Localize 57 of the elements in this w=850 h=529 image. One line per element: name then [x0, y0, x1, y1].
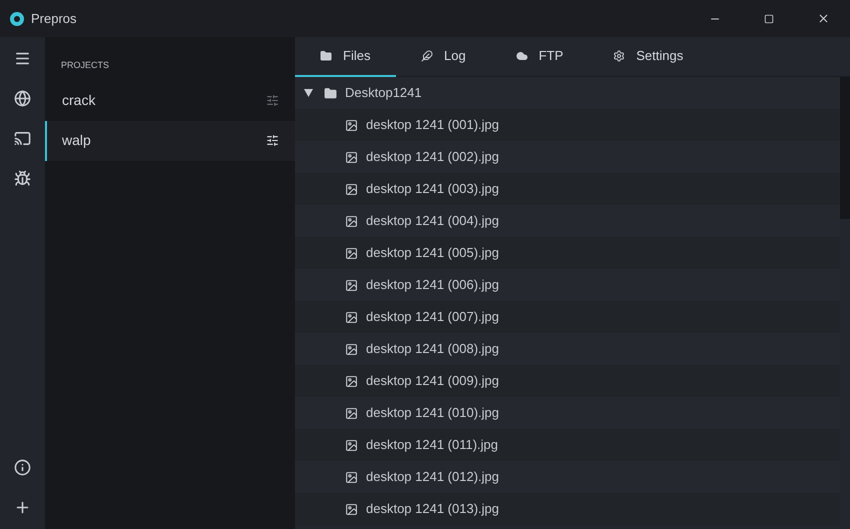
close-icon	[816, 12, 830, 25]
folder-icon	[320, 50, 332, 62]
image-file-icon	[345, 406, 358, 420]
project-name: crack	[62, 91, 96, 110]
image-file-icon	[345, 310, 358, 324]
image-file-icon	[345, 374, 358, 388]
image-file-icon	[345, 342, 358, 356]
file-name: desktop 1241 (008).jpg	[366, 340, 499, 358]
file-row[interactable]: desktop 1241 (009).jpg	[295, 365, 840, 397]
cast-icon	[14, 130, 31, 146]
bug-icon	[14, 170, 31, 186]
file-name: desktop 1241 (012).jpg	[366, 468, 499, 486]
maximize-icon	[764, 14, 774, 24]
tab[interactable]: FTP	[490, 37, 588, 77]
file-name: desktop 1241 (011).jpg	[366, 436, 498, 454]
projects-heading: PROJECTS	[61, 59, 110, 72]
file-name: desktop 1241 (001).jpg	[366, 116, 499, 134]
tab[interactable]: Settings	[588, 37, 708, 77]
file-name: desktop 1241 (005).jpg	[366, 244, 499, 262]
file-name: desktop 1241 (002).jpg	[366, 148, 499, 166]
file-row[interactable]: desktop 1241 (003).jpg	[295, 173, 840, 205]
project-item[interactable]: crack	[45, 80, 295, 120]
window-title: Prepros	[31, 10, 77, 28]
feather-icon	[421, 50, 433, 62]
file-name: desktop 1241 (010).jpg	[366, 404, 499, 422]
file-name: desktop 1241 (013).jpg	[366, 500, 499, 518]
file-row[interactable]: desktop 1241 (007).jpg	[295, 301, 840, 333]
info-icon	[14, 458, 31, 476]
image-file-icon	[345, 246, 358, 260]
file-name: desktop 1241 (004).jpg	[366, 212, 499, 230]
file-row[interactable]: desktop 1241 (001).jpg	[295, 109, 840, 141]
cloud-icon	[516, 50, 528, 62]
image-file-icon	[345, 438, 358, 452]
image-file-icon	[345, 214, 358, 228]
file-row[interactable]: desktop 1241 (005).jpg	[295, 237, 840, 269]
app-logo-icon	[10, 12, 24, 26]
project-name: walp	[62, 131, 91, 150]
settings-icon	[613, 50, 626, 62]
file-name: desktop 1241 (006).jpg	[366, 276, 499, 294]
project-item[interactable]: walp	[45, 120, 295, 160]
file-name: desktop 1241 (007).jpg	[366, 308, 499, 326]
project-settings-icon[interactable]	[266, 134, 279, 147]
image-file-icon	[345, 118, 358, 132]
file-name: desktop 1241 (009).jpg	[366, 372, 499, 390]
image-file-icon	[345, 150, 358, 164]
file-row[interactable]: desktop 1241 (013).jpg	[295, 493, 840, 525]
file-name: desktop 1241 (003).jpg	[366, 180, 499, 198]
image-file-icon	[345, 502, 358, 516]
folder-name: Desktop1241	[345, 84, 422, 102]
image-file-icon	[345, 278, 358, 292]
image-file-icon	[345, 470, 358, 484]
tab[interactable]: Log	[396, 37, 491, 77]
expand-arrow-icon[interactable]	[303, 89, 313, 97]
file-row[interactable]: desktop 1241 (011).jpg	[295, 429, 840, 461]
image-file-icon	[345, 182, 358, 196]
globe-icon	[14, 90, 31, 106]
folder-icon	[324, 86, 337, 100]
